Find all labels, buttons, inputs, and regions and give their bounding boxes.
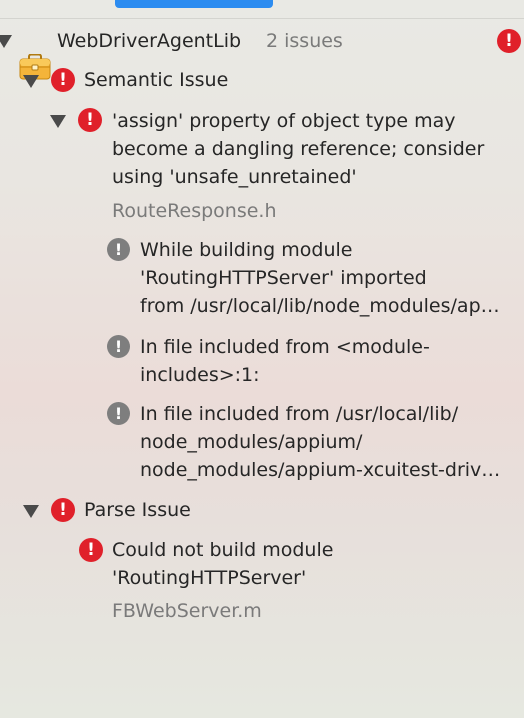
issue-row-could-not-build[interactable]: ! Could not build module 'RoutingHTTPSer… bbox=[0, 536, 524, 628]
group-row-semantic[interactable]: ! Semantic Issue bbox=[0, 66, 524, 96]
target-name: WebDriverAgentLib bbox=[57, 30, 242, 52]
note-circle-icon: ! bbox=[107, 335, 130, 358]
issue-message: 'RoutingHTTPServer' bbox=[112, 567, 307, 589]
error-circle-icon: ! bbox=[51, 498, 75, 522]
error-circle-icon: ! bbox=[78, 108, 102, 132]
note-row-module-includes[interactable]: ! In file included from <module- include… bbox=[0, 333, 524, 391]
target-row[interactable]: WebDriverAgentLib 2 issues ! bbox=[0, 26, 524, 80]
error-circle-icon: ! bbox=[497, 29, 521, 53]
group-title: Semantic Issue bbox=[84, 69, 229, 91]
group-title: Parse Issue bbox=[84, 499, 191, 521]
note-line: While building module bbox=[140, 239, 353, 261]
note-line: node_modules/appium/ bbox=[140, 431, 363, 453]
note-line: node_modules/appium-xcuitest-driver/WebD… bbox=[140, 459, 510, 481]
group-row-parse[interactable]: ! Parse Issue bbox=[0, 496, 524, 526]
disclosure-triangle-icon[interactable] bbox=[50, 115, 66, 128]
issue-file: FBWebServer.m bbox=[112, 600, 262, 622]
note-line: includes>:1: bbox=[140, 364, 260, 386]
issue-message: 'assign' property of object type may bec… bbox=[112, 110, 485, 188]
note-line: 'RoutingHTTPServer' imported bbox=[140, 267, 427, 289]
disclosure-triangle-icon[interactable] bbox=[0, 35, 12, 48]
note-row-file-included[interactable]: ! In file included from /usr/local/lib/ … bbox=[0, 400, 524, 486]
note-circle-icon: ! bbox=[107, 402, 130, 425]
issue-row-assign[interactable]: ! 'assign' property of object type may b… bbox=[0, 106, 524, 230]
note-line: from /usr/local/lib/node_modules/appium/… bbox=[140, 295, 510, 317]
top-bar bbox=[0, 0, 524, 19]
disclosure-triangle-icon[interactable] bbox=[23, 75, 39, 88]
note-line: In file included from <module- bbox=[140, 336, 430, 358]
issue-file: RouteResponse.h bbox=[112, 200, 277, 222]
selected-row-highlight bbox=[115, 0, 273, 8]
disclosure-triangle-icon[interactable] bbox=[23, 505, 39, 518]
note-circle-icon: ! bbox=[107, 238, 130, 261]
issue-message: Could not build module bbox=[112, 539, 334, 561]
error-circle-icon: ! bbox=[79, 538, 103, 562]
error-circle-icon: ! bbox=[51, 68, 75, 92]
note-row-building-module[interactable]: ! While building module 'RoutingHTTPServ… bbox=[0, 236, 524, 322]
note-line: In file included from /usr/local/lib/ bbox=[140, 403, 459, 425]
issue-count: 2 issues bbox=[266, 30, 343, 52]
